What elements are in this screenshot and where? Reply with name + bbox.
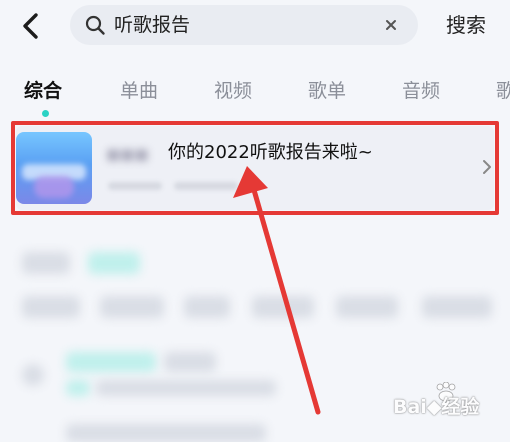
blurred-chip [252, 296, 314, 318]
blurred-chip [422, 296, 492, 318]
tab-more[interactable]: 歌 [496, 76, 510, 106]
blurred-item-tag [66, 380, 90, 396]
search-icon [85, 15, 105, 35]
blurred-section-heading [22, 252, 70, 274]
blurred-item-title [66, 424, 266, 442]
highlight-annotation-box [11, 121, 499, 215]
back-button[interactable] [14, 8, 48, 44]
watermark-logo: Bai◆经验 [385, 382, 507, 434]
tab-videos[interactable]: 视频 [214, 76, 252, 106]
annotation-arrow [233, 166, 321, 415]
blurred-item-title [164, 352, 216, 372]
search-button[interactable]: 搜索 [446, 0, 486, 50]
chevron-left-icon [23, 13, 38, 39]
blurred-chip [100, 296, 164, 318]
search-bar[interactable]: 听歌报告 [70, 5, 418, 45]
blurred-item-subtitle [96, 380, 276, 396]
active-tab-indicator [42, 110, 49, 117]
tab-songs[interactable]: 单曲 [120, 76, 158, 106]
blurred-icon [22, 364, 44, 386]
blurred-chip [22, 296, 80, 318]
tab-comprehensive[interactable]: 综合 [24, 76, 62, 106]
blurred-item-title [66, 352, 156, 372]
blurred-chip [184, 296, 230, 318]
watermark-text: Bai◆经验 [393, 396, 480, 418]
tab-audio[interactable]: 音频 [402, 76, 440, 106]
blurred-chip [336, 296, 398, 318]
close-icon[interactable] [380, 14, 402, 36]
blurred-badge [88, 252, 140, 274]
search-input[interactable]: 听歌报告 [114, 5, 190, 45]
tab-playlists[interactable]: 歌单 [308, 76, 346, 106]
